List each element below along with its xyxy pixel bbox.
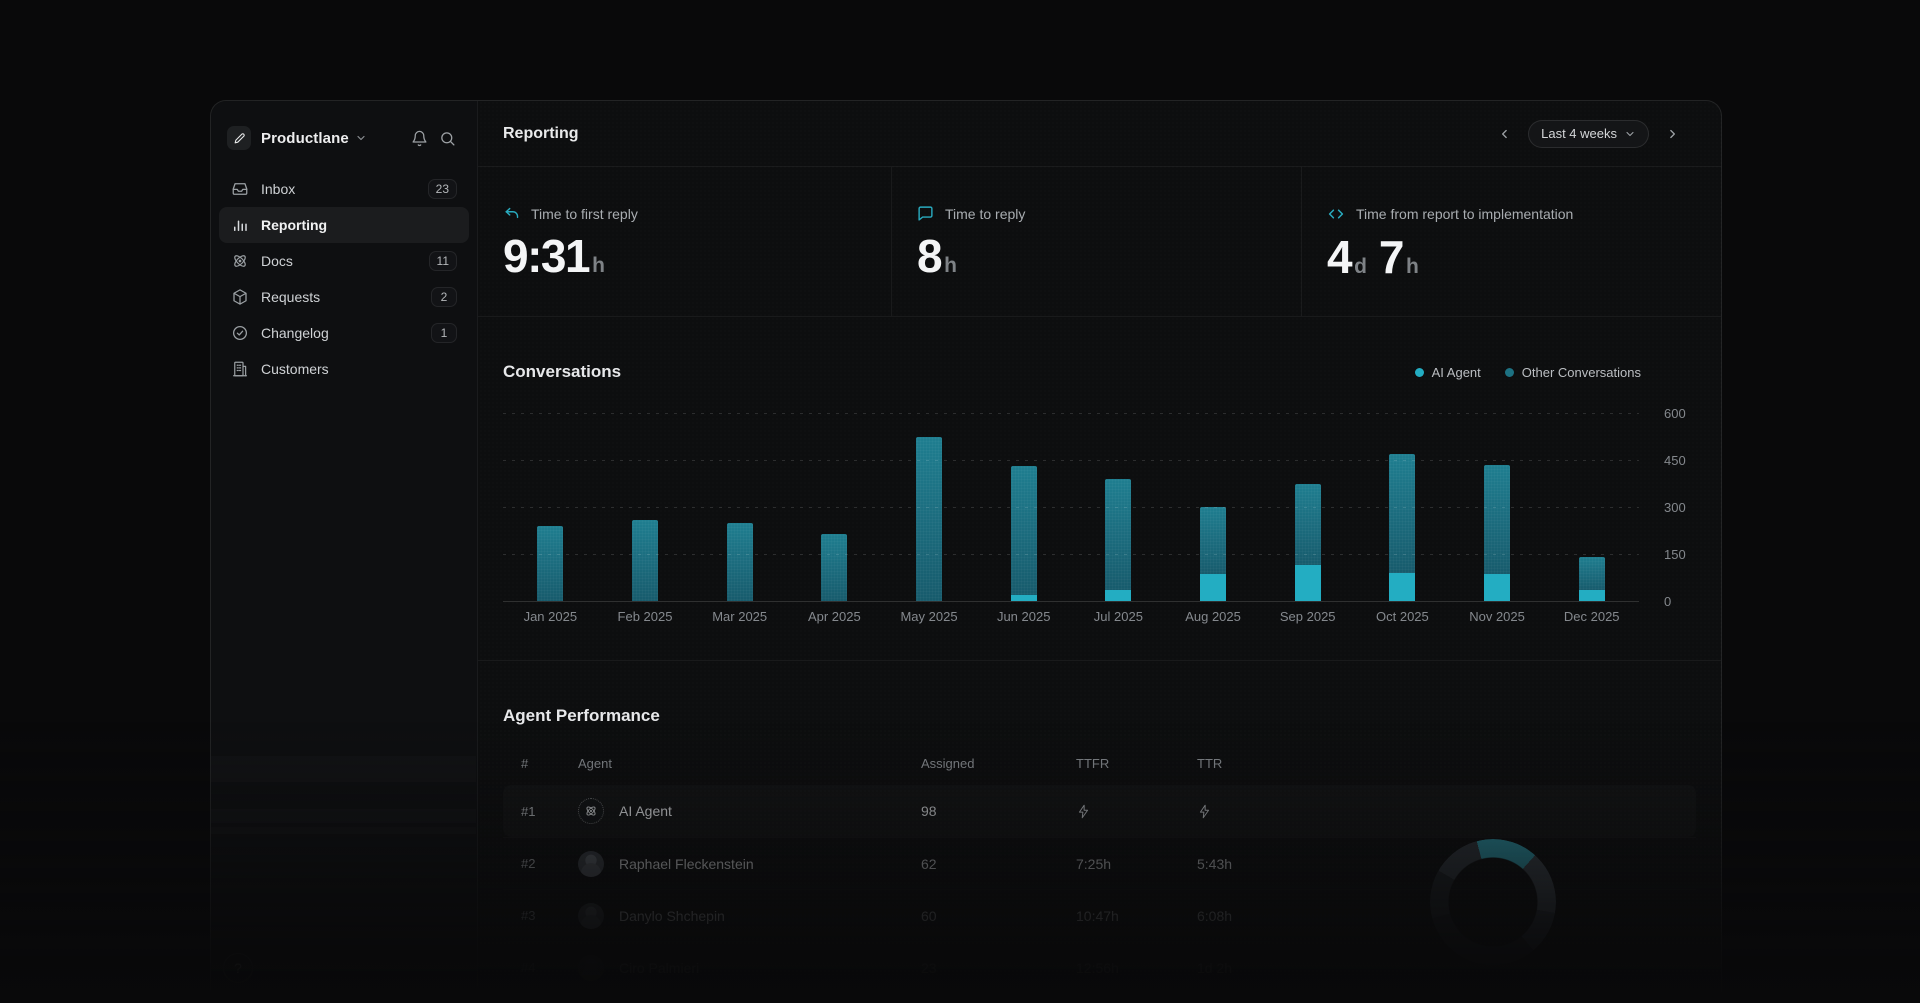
x-tick-label: Apr 2025 xyxy=(787,609,882,624)
x-tick-label: May 2025 xyxy=(882,609,977,624)
x-tick-label: Mar 2025 xyxy=(692,609,787,624)
date-range-label: Last 4 weeks xyxy=(1541,126,1617,141)
atom-icon xyxy=(584,804,598,818)
workspace-name[interactable]: Productlane xyxy=(261,130,349,147)
agent-performance-section: Agent Performance # Agent Assigned TTFR … xyxy=(478,661,1721,1003)
legend-dot-icon xyxy=(1505,368,1514,377)
legend-ai-agent: AI Agent xyxy=(1415,365,1481,380)
atom-icon xyxy=(231,252,249,270)
x-tick-label: Feb 2025 xyxy=(598,609,693,624)
inbox-icon xyxy=(231,180,249,198)
date-range-select[interactable]: Last 4 weeks xyxy=(1528,120,1649,148)
conversations-bar-chart xyxy=(503,413,1639,601)
requests-count-badge: 2 xyxy=(431,287,457,307)
next-period-button[interactable] xyxy=(1659,121,1685,147)
sidebar-item-label: Changelog xyxy=(261,325,419,341)
stat-time-to-reply: Time to reply 8h xyxy=(891,167,1301,316)
chevron-down-icon xyxy=(1624,128,1636,140)
bar-chart-icon xyxy=(231,216,249,234)
chevron-right-icon xyxy=(1665,127,1679,141)
y-tick-label: 0 xyxy=(1664,594,1671,609)
stat-time-to-first-reply: Time to first reply 9:31h xyxy=(478,167,891,316)
search-button[interactable] xyxy=(433,124,461,152)
changelog-count-badge: 1 xyxy=(431,323,457,343)
stat-label: Time from report to implementation xyxy=(1356,206,1573,222)
sidebar-skeleton-stripe xyxy=(211,809,476,823)
sidebar: Productlane Inbox 23 xyxy=(211,101,478,1003)
agent-performance-title: Agent Performance xyxy=(503,706,660,726)
x-tick-label: Aug 2025 xyxy=(1166,609,1261,624)
x-tick-label: Jun 2025 xyxy=(976,609,1071,624)
sidebar-item-changelog[interactable]: Changelog 1 xyxy=(219,315,469,351)
workspace-switcher[interactable] xyxy=(227,126,251,150)
avatar xyxy=(578,955,604,981)
chevron-down-icon[interactable] xyxy=(355,132,367,144)
x-tick-label: Sep 2025 xyxy=(1260,609,1355,624)
sidebar-item-inbox[interactable]: Inbox 23 xyxy=(219,171,469,207)
search-icon xyxy=(439,130,456,147)
y-tick-label: 450 xyxy=(1664,453,1686,468)
bell-icon xyxy=(411,130,428,147)
inbox-count-badge: 23 xyxy=(428,179,457,199)
stats-row: Time to first reply 9:31h Time to reply … xyxy=(478,167,1721,317)
building-icon xyxy=(231,360,249,378)
app-window: Productlane Inbox 23 xyxy=(210,100,1722,1003)
x-tick-label: Oct 2025 xyxy=(1355,609,1450,624)
conversations-section: Conversations AI Agent Other Conversatio… xyxy=(478,317,1721,661)
chart-y-axis: 0150300450600 xyxy=(1664,413,1710,601)
x-tick-label: Dec 2025 xyxy=(1544,609,1639,624)
avatar xyxy=(578,851,604,877)
avatar xyxy=(578,903,604,929)
y-tick-label: 300 xyxy=(1664,500,1686,515)
sidebar-item-label: Requests xyxy=(261,289,419,305)
x-tick-label: Nov 2025 xyxy=(1450,609,1545,624)
sidebar-item-requests[interactable]: Requests 2 xyxy=(219,279,469,315)
x-tick-label: Jul 2025 xyxy=(1071,609,1166,624)
help-button[interactable]: ? xyxy=(223,953,253,983)
sidebar-item-label: Inbox xyxy=(261,181,416,197)
check-circle-icon xyxy=(231,324,249,342)
lightning-icon xyxy=(1076,804,1197,819)
sidebar-item-reporting[interactable]: Reporting xyxy=(219,207,469,243)
legend-other-conversations: Other Conversations xyxy=(1505,365,1641,380)
chat-bubble-icon xyxy=(917,205,934,222)
stat-value: 4d 7h xyxy=(1327,234,1721,280)
sidebar-header: Productlane xyxy=(219,123,469,153)
stat-report-to-implementation: Time from report to implementation 4d 7h xyxy=(1301,167,1721,316)
reply-arrow-icon xyxy=(503,205,520,222)
stat-label: Time to reply xyxy=(945,206,1025,222)
y-tick-label: 150 xyxy=(1664,547,1686,562)
sidebar-skeleton-stripe xyxy=(211,756,476,782)
chart-legend: AI Agent Other Conversations xyxy=(1415,365,1641,380)
cube-icon xyxy=(231,288,249,306)
notifications-button[interactable] xyxy=(405,124,433,152)
chevron-left-icon xyxy=(1498,127,1512,141)
chart-x-axis: Jan 2025Feb 2025Mar 2025Apr 2025May 2025… xyxy=(503,609,1639,624)
conversations-title: Conversations xyxy=(503,362,621,382)
ai-agent-avatar xyxy=(578,798,604,824)
y-tick-label: 600 xyxy=(1664,406,1686,421)
donut-chart xyxy=(1430,839,1556,965)
table-row[interactable]: #1 AI Agent 98 xyxy=(503,785,1696,837)
previous-period-button[interactable] xyxy=(1492,121,1518,147)
sidebar-skeleton-stripe xyxy=(211,827,476,834)
stat-value: 9:31h xyxy=(503,233,891,279)
sidebar-item-label: Docs xyxy=(261,253,417,269)
sidebar-item-customers[interactable]: Customers xyxy=(219,351,469,387)
docs-count-badge: 11 xyxy=(429,251,457,271)
stat-label: Time to first reply xyxy=(531,206,638,222)
legend-dot-icon xyxy=(1415,368,1424,377)
sidebar-item-label: Customers xyxy=(261,361,457,377)
page-title: Reporting xyxy=(503,125,579,143)
sidebar-item-docs[interactable]: Docs 11 xyxy=(219,243,469,279)
code-brackets-icon xyxy=(1327,205,1345,223)
sidebar-nav: Inbox 23 Reporting Docs 11 Requ xyxy=(219,171,469,387)
lightning-icon xyxy=(1197,804,1696,819)
stat-value: 8h xyxy=(917,233,1301,279)
productlane-logo-icon xyxy=(233,132,246,145)
main-header: Reporting Last 4 weeks xyxy=(478,101,1721,167)
x-tick-label: Jan 2025 xyxy=(503,609,598,624)
sidebar-item-label: Reporting xyxy=(261,217,457,233)
table-header-row: # Agent Assigned TTFR TTR xyxy=(503,741,1696,785)
